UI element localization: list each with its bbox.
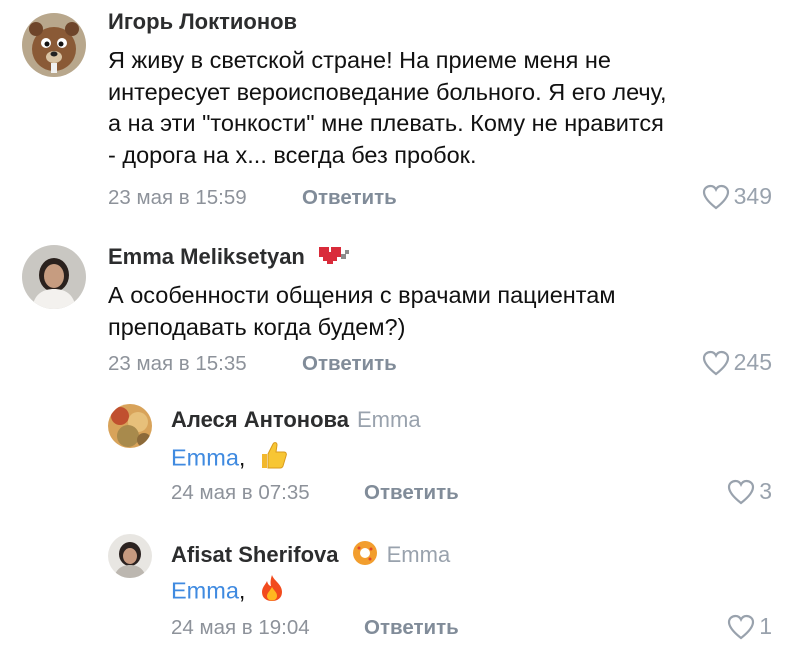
avatar[interactable] bbox=[22, 13, 86, 77]
user-photo-icon bbox=[108, 534, 152, 578]
comment-date[interactable]: 23 мая в 15:59 bbox=[108, 186, 247, 210]
mention-link[interactable]: Emma bbox=[171, 577, 239, 603]
comment-text-line: интересует вероисповедание больного. Я е… bbox=[108, 78, 667, 105]
reply-text-suffix: , bbox=[238, 577, 246, 604]
reply-button[interactable]: Ответить bbox=[302, 186, 397, 210]
mention-link[interactable]: Emma bbox=[171, 444, 239, 470]
orange-donut-badge-icon bbox=[351, 539, 379, 573]
avatar[interactable] bbox=[108, 534, 152, 578]
reply-item: Afisat Sherifova Emma Emma, 24 мая в 19:… bbox=[0, 520, 800, 645]
reply-author-name: Afisat Sherifova bbox=[171, 541, 339, 567]
comment-author[interactable]: Emma Meliksetyan bbox=[108, 244, 351, 272]
comment-author-name: Emma Meliksetyan bbox=[108, 244, 305, 269]
comment-date[interactable]: 23 мая в 15:35 bbox=[108, 352, 247, 376]
reply-author[interactable]: Алеся Антонова Emma bbox=[171, 407, 421, 433]
like-count: 245 bbox=[733, 349, 772, 375]
comment-text-line: преподавать когда будем?) bbox=[108, 313, 406, 340]
like-button[interactable]: 245 bbox=[702, 349, 772, 376]
bear-avatar-icon bbox=[22, 13, 86, 77]
reply-button[interactable]: Ответить bbox=[364, 616, 459, 640]
comment-text-line: - дорога на х... всегда без пробок. bbox=[108, 141, 477, 168]
reply-text: Emma, bbox=[171, 573, 286, 612]
reply-item: Алеся Антонова Emma Emma, 24 мая в 07:35 … bbox=[0, 390, 800, 520]
avatar[interactable] bbox=[108, 404, 152, 448]
reply-text: Emma, bbox=[171, 440, 288, 479]
avatar[interactable] bbox=[22, 245, 86, 309]
comment-text-line: А особенности общения с врачами пациента… bbox=[108, 282, 616, 308]
user-photo-icon bbox=[22, 245, 86, 309]
pixel-heart-badge-icon bbox=[317, 244, 351, 272]
like-count: 3 bbox=[759, 478, 772, 504]
heart-icon bbox=[702, 184, 729, 209]
reply-date[interactable]: 24 мая в 19:04 bbox=[171, 616, 310, 640]
heart-icon bbox=[728, 614, 755, 639]
user-photo-icon bbox=[108, 404, 152, 448]
comment-text-line: а на эти "тонкости" мне плевать. Кому не… bbox=[108, 110, 664, 136]
like-button[interactable]: 3 bbox=[727, 478, 772, 505]
reply-author-name: Алеся Антонова bbox=[171, 407, 349, 432]
heart-icon bbox=[728, 479, 755, 504]
comment-text-line: Я живу в светской стране! На приеме меня… bbox=[108, 47, 611, 73]
like-button[interactable]: 1 bbox=[727, 613, 772, 640]
reply-text-suffix: , bbox=[238, 444, 246, 471]
reply-button[interactable]: Ответить bbox=[364, 481, 459, 505]
comment-text: Я живу в светской стране! На приеме меня… bbox=[108, 45, 667, 171]
comment-author[interactable]: Игорь Локтионов bbox=[108, 9, 297, 35]
reply-to-name[interactable]: Emma bbox=[387, 542, 451, 567]
reply-date[interactable]: 24 мая в 07:35 bbox=[171, 481, 310, 505]
like-count: 349 bbox=[733, 183, 772, 209]
comment-text: А особенности общения с врачами пациента… bbox=[108, 280, 616, 343]
reply-to-name[interactable]: Emma bbox=[357, 407, 421, 432]
comment-item: Игорь Локтионов Я живу в светской стране… bbox=[0, 0, 800, 225]
like-button[interactable]: 349 bbox=[702, 183, 772, 210]
reply-author[interactable]: Afisat Sherifova Emma bbox=[171, 539, 450, 573]
fire-emoji-icon bbox=[258, 573, 286, 612]
comment-item: Emma Meliksetyan А особенности общения с… bbox=[0, 225, 800, 390]
thumbs-up-emoji-icon bbox=[258, 440, 288, 479]
reply-button[interactable]: Ответить bbox=[302, 352, 397, 376]
heart-icon bbox=[702, 350, 729, 375]
like-count: 1 bbox=[759, 613, 772, 639]
